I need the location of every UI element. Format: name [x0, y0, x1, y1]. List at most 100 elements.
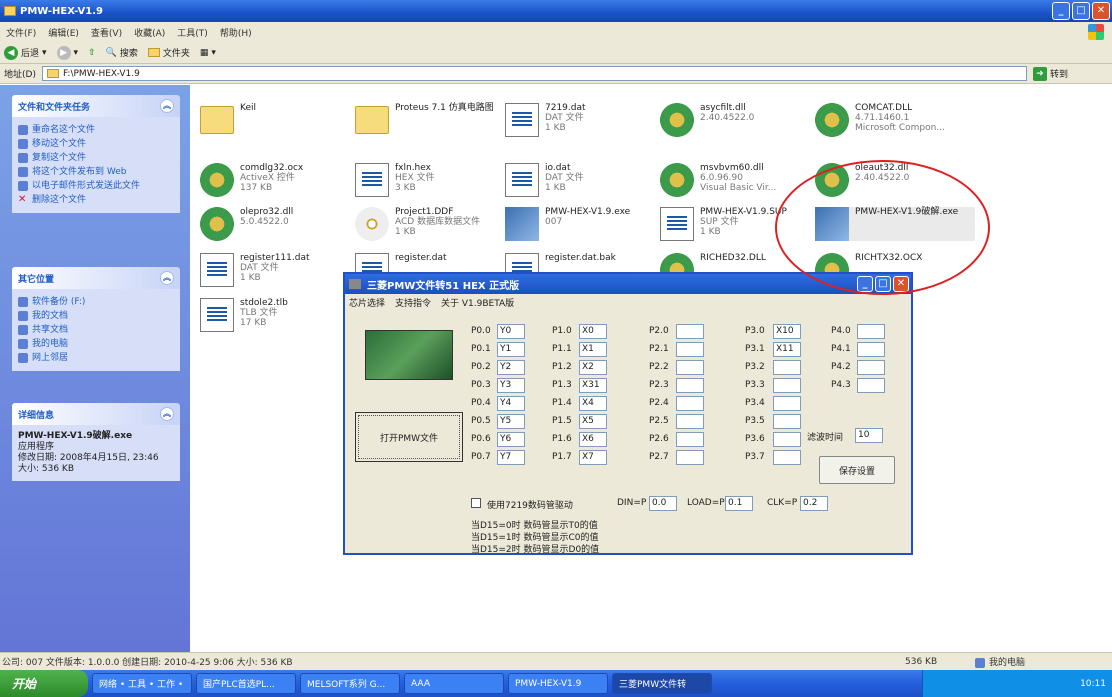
place-my-documents[interactable]: 我的文档	[18, 309, 174, 323]
port-input[interactable]: Y2	[497, 360, 525, 375]
port-input[interactable]	[676, 432, 704, 447]
use-7219-checkbox[interactable]	[471, 498, 481, 508]
file-item[interactable]: olepro32.dll 5.0.4522.0	[200, 207, 360, 241]
taskbar-item[interactable]: 国产PLC首选PL...	[196, 673, 296, 694]
menu-chip-select[interactable]: 芯片选择	[349, 296, 385, 309]
place-my-computer[interactable]: 我的电脑	[18, 337, 174, 351]
save-settings-button[interactable]: 保存设置	[819, 456, 895, 484]
search-button[interactable]: 🔍 搜索	[106, 46, 138, 60]
file-item[interactable]: Keil	[200, 103, 360, 134]
port-input[interactable]	[773, 414, 801, 429]
port-input[interactable]: Y3	[497, 378, 525, 393]
menu-favorites[interactable]: 收藏(A)	[134, 26, 165, 39]
maximize-button[interactable]: □	[1072, 2, 1090, 20]
port-input[interactable]	[676, 342, 704, 357]
port-input[interactable]: Y0	[497, 324, 525, 339]
file-item[interactable]: register111.dat DAT 文件 1 KB	[200, 253, 360, 287]
task-email[interactable]: 以电子邮件形式发送此文件	[18, 179, 174, 193]
port-input[interactable]: X4	[579, 396, 607, 411]
din-input[interactable]: 0.0	[649, 496, 677, 511]
file-item[interactable]: Proteus 7.1 仿真电路图	[355, 103, 515, 134]
views-button[interactable]: ▦ ▾	[200, 48, 216, 58]
task-copy[interactable]: 复制这个文件	[18, 151, 174, 165]
port-input[interactable]: Y6	[497, 432, 525, 447]
menu-file[interactable]: 文件(F)	[6, 26, 36, 39]
place-drive-f[interactable]: 软件备份 (F:)	[18, 295, 174, 309]
file-item[interactable]: asycfilt.dll 2.40.4522.0	[660, 103, 820, 137]
port-input[interactable]	[857, 360, 885, 375]
file-item[interactable]: COMCAT.DLL 4.71.1460.1 Microsoft Compon...	[815, 103, 975, 137]
load-input[interactable]: 0.1	[725, 496, 753, 511]
port-input[interactable]	[773, 378, 801, 393]
file-item[interactable]: io.dat DAT 文件 1 KB	[505, 163, 665, 197]
port-input[interactable]: Y5	[497, 414, 525, 429]
collapse-chevron-icon[interactable]: ︽	[160, 99, 174, 113]
port-input[interactable]	[857, 378, 885, 393]
file-item[interactable]: stdole2.tlb TLB 文件 17 KB	[200, 298, 360, 332]
port-input[interactable]	[773, 432, 801, 447]
port-input[interactable]: X7	[579, 450, 607, 465]
minimize-button[interactable]: _	[1052, 2, 1070, 20]
go-button[interactable]: ➜ 转到	[1032, 66, 1068, 81]
folders-button[interactable]: 文件夹	[147, 46, 190, 59]
menu-help[interactable]: 帮助(H)	[220, 26, 252, 39]
port-input[interactable]: X11	[773, 342, 801, 357]
forward-button[interactable]: ▶ ▾	[56, 45, 78, 60]
file-item[interactable]: fxln.hex HEX 文件 3 KB	[355, 163, 515, 197]
taskbar-item[interactable]: MELSOFT系列 G...	[300, 673, 400, 694]
port-input[interactable]: X1	[579, 342, 607, 357]
port-input[interactable]	[676, 396, 704, 411]
port-input[interactable]	[773, 396, 801, 411]
taskbar-item[interactable]: 网络 • 工具 • 工作 •	[92, 673, 192, 694]
port-input[interactable]: Y7	[497, 450, 525, 465]
task-publish[interactable]: 将这个文件发布到 Web	[18, 165, 174, 179]
menu-about[interactable]: 关于 V1.9BETA版	[441, 296, 514, 309]
port-input[interactable]	[676, 414, 704, 429]
port-input[interactable]	[676, 360, 704, 375]
port-input[interactable]	[676, 450, 704, 465]
task-delete[interactable]: ✕ 删除这个文件	[18, 193, 174, 207]
clk-input[interactable]: 0.2	[800, 496, 828, 511]
file-item[interactable]: Project1.DDF ACD 数据库数据文件 1 KB	[355, 207, 515, 241]
port-input[interactable]: Y1	[497, 342, 525, 357]
taskbar-item[interactable]: PMW-HEX-V1.9	[508, 673, 608, 694]
task-move[interactable]: 移动这个文件	[18, 137, 174, 151]
address-input[interactable]: F:\PMW-HEX-V1.9	[41, 66, 1027, 81]
place-shared-documents[interactable]: 共享文档	[18, 323, 174, 337]
open-pmw-button[interactable]: 打开PMW文件	[355, 412, 463, 462]
menu-supported-instructions[interactable]: 支持指令	[395, 296, 431, 309]
port-input[interactable]	[773, 450, 801, 465]
details-header[interactable]: 详细信息 ︽	[12, 403, 180, 425]
port-input[interactable]	[676, 324, 704, 339]
port-input[interactable]: X10	[773, 324, 801, 339]
port-input[interactable]: Y4	[497, 396, 525, 411]
port-input[interactable]: X6	[579, 432, 607, 447]
back-button[interactable]: ◀ 后退 ▾	[4, 45, 47, 60]
other-places-header[interactable]: 其它位置 ︽	[12, 267, 180, 289]
taskbar-item[interactable]: AAA	[404, 673, 504, 694]
port-input[interactable]: X2	[579, 360, 607, 375]
port-input[interactable]: X31	[579, 378, 607, 393]
port-input[interactable]	[773, 360, 801, 375]
menu-view[interactable]: 查看(V)	[91, 26, 122, 39]
close-button[interactable]: ✕	[1092, 2, 1110, 20]
taskbar-item-active[interactable]: 三菱PMW文件转	[612, 673, 712, 694]
menu-tools[interactable]: 工具(T)	[177, 26, 208, 39]
file-item[interactable]: 7219.dat DAT 文件 1 KB	[505, 103, 665, 137]
port-input[interactable]	[857, 342, 885, 357]
filter-time-input[interactable]: 10	[855, 428, 883, 443]
place-network[interactable]: 网上邻居	[18, 351, 174, 365]
file-tasks-header[interactable]: 文件和文件夹任务 ︽	[12, 95, 180, 117]
collapse-chevron-icon[interactable]: ︽	[160, 271, 174, 285]
up-button[interactable]: ⇧	[88, 48, 96, 58]
port-input[interactable]	[857, 324, 885, 339]
collapse-chevron-icon[interactable]: ︽	[160, 407, 174, 421]
task-rename[interactable]: 重命名这个文件	[18, 123, 174, 137]
port-input[interactable]: X0	[579, 324, 607, 339]
file-item[interactable]: PMW-HEX-V1.9.exe 007	[505, 207, 665, 241]
start-button[interactable]: 开始	[0, 670, 88, 697]
port-input[interactable]: X5	[579, 414, 607, 429]
file-item[interactable]: comdlg32.ocx ActiveX 控件 137 KB	[200, 163, 360, 197]
menu-edit[interactable]: 编辑(E)	[48, 26, 79, 39]
port-input[interactable]	[676, 378, 704, 393]
